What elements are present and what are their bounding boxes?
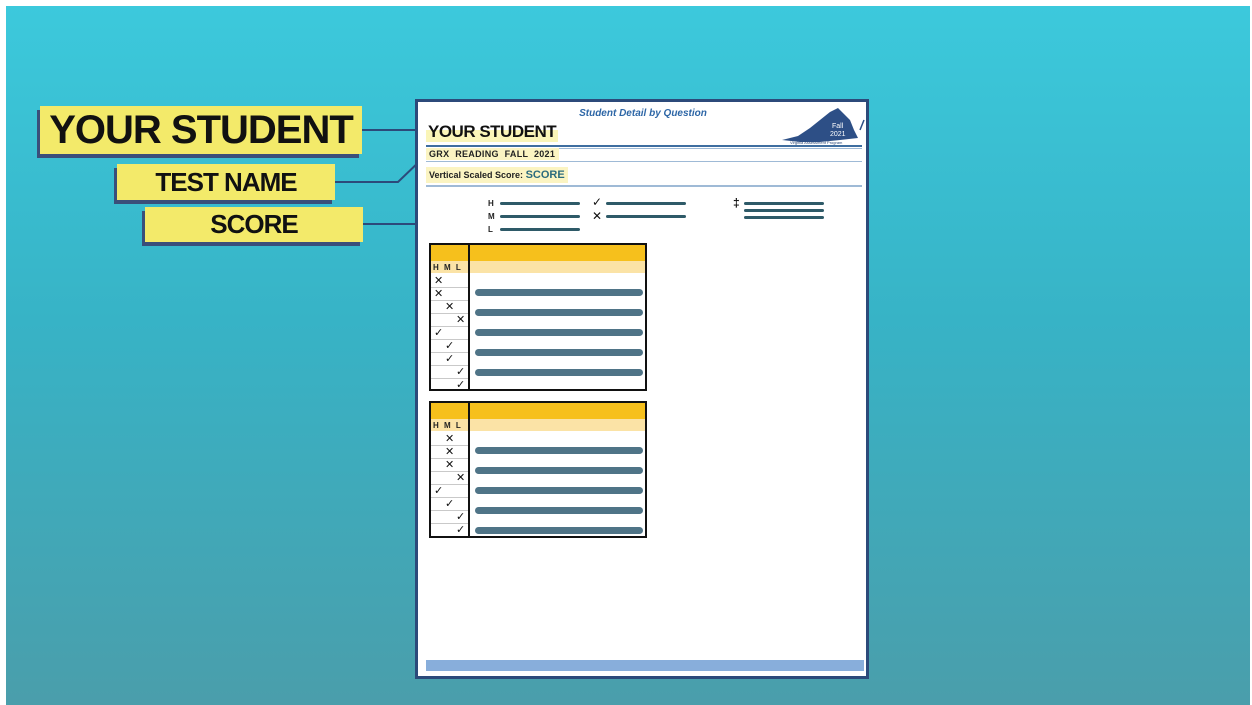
student-name: YOUR STUDENT bbox=[426, 122, 559, 142]
incorrect-icon: ✕ bbox=[434, 288, 444, 300]
table-header-light bbox=[431, 419, 645, 431]
table-hml-header: H M L bbox=[433, 421, 463, 430]
incorrect-icon: ✕ bbox=[592, 209, 603, 223]
incorrect-icon: ✕ bbox=[434, 275, 444, 287]
question-bar bbox=[475, 349, 643, 356]
correct-icon: ✓ bbox=[445, 498, 455, 510]
question-bar bbox=[475, 369, 643, 376]
incorrect-icon: ✕ bbox=[445, 446, 455, 458]
table-row bbox=[431, 536, 468, 537]
logo-year-text: 2021 bbox=[830, 131, 846, 138]
correct-icon: ✓ bbox=[456, 366, 466, 378]
correct-icon: ✓ bbox=[456, 379, 466, 391]
legend-h: H bbox=[488, 199, 494, 208]
table-hml-header: H M L bbox=[433, 263, 463, 272]
question-bar bbox=[475, 329, 643, 336]
legend-bar-l bbox=[500, 228, 580, 231]
question-bar bbox=[475, 447, 643, 454]
vertical-score-label: Vertical Scaled Score: bbox=[429, 170, 524, 180]
legend-bar-dagger-3 bbox=[744, 216, 824, 219]
legend-bar-correct bbox=[606, 202, 686, 205]
logo-fall-text: Fall bbox=[832, 123, 844, 130]
question-bar bbox=[475, 309, 643, 316]
callout-test-name: TEST NAME bbox=[117, 164, 335, 200]
legend-bar-incorrect bbox=[606, 215, 686, 218]
correct-icon: ✓ bbox=[456, 511, 466, 523]
correct-icon: ✓ bbox=[456, 524, 466, 536]
report-page: Student Detail by Question Fall 2021 Vir… bbox=[415, 99, 869, 679]
question-bar bbox=[475, 527, 643, 534]
legend-bar-dagger-2 bbox=[744, 209, 824, 212]
vertical-scaled-score: Vertical Scaled Score: SCORE bbox=[426, 167, 568, 183]
callout-your-student: YOUR STUDENT bbox=[40, 106, 362, 154]
incorrect-icon: ✕ bbox=[445, 301, 455, 313]
question-bar bbox=[475, 467, 643, 474]
incorrect-icon: ✕ bbox=[456, 314, 466, 326]
question-bar bbox=[475, 289, 643, 296]
legend-bar-h bbox=[500, 202, 580, 205]
test-name: GRX READING FALL 2021 bbox=[426, 148, 560, 160]
incorrect-icon: ✕ bbox=[456, 472, 466, 484]
callout-score: SCORE bbox=[145, 207, 363, 242]
question-bar bbox=[475, 507, 643, 514]
correct-icon: ✓ bbox=[434, 485, 444, 497]
test-rule bbox=[426, 161, 862, 162]
legend-m: M bbox=[488, 212, 495, 221]
table-divider bbox=[468, 245, 470, 389]
legend-bar-dagger-1 bbox=[744, 202, 824, 205]
question-table-2: H M L ✕ ✕ ✕ ✕ ✓ ✓ ✓ ✓ bbox=[429, 401, 647, 538]
table-divider bbox=[468, 403, 470, 536]
correct-icon: ✓ bbox=[445, 353, 455, 365]
table-header-gold bbox=[431, 245, 645, 261]
header-rule bbox=[426, 145, 862, 147]
correct-icon: ✓ bbox=[434, 327, 444, 339]
table-header-gold bbox=[431, 403, 645, 419]
incorrect-icon: ✕ bbox=[445, 433, 455, 445]
table-header-light bbox=[431, 261, 645, 273]
correct-icon: ✓ bbox=[445, 340, 455, 352]
score-rule bbox=[426, 185, 862, 187]
dagger-icon: ‡ bbox=[733, 196, 740, 210]
incorrect-icon: ✕ bbox=[445, 459, 455, 471]
question-table-1: H M L ✕ ✕ ✕ ✕ ✓ ✓ ✓ ✓ ✓ bbox=[429, 243, 647, 391]
correct-icon: ✓ bbox=[592, 195, 603, 209]
question-bar bbox=[475, 487, 643, 494]
vertical-score-value: SCORE bbox=[525, 169, 565, 181]
legend-l: L bbox=[488, 225, 493, 234]
footer-bar bbox=[426, 660, 864, 671]
legend-bar-m bbox=[500, 215, 580, 218]
